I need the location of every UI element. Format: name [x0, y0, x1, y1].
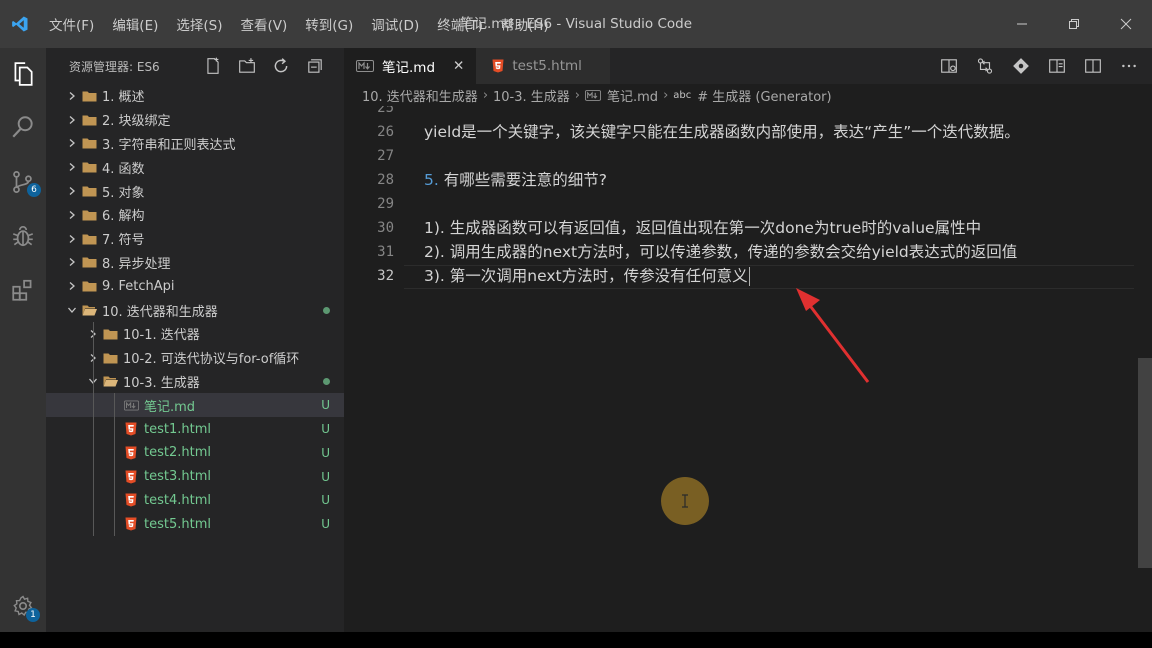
annotation-arrow	[796, 288, 870, 383]
bottom-letterbox	[0, 632, 1152, 648]
mouse-cursor-indicator	[661, 477, 709, 525]
